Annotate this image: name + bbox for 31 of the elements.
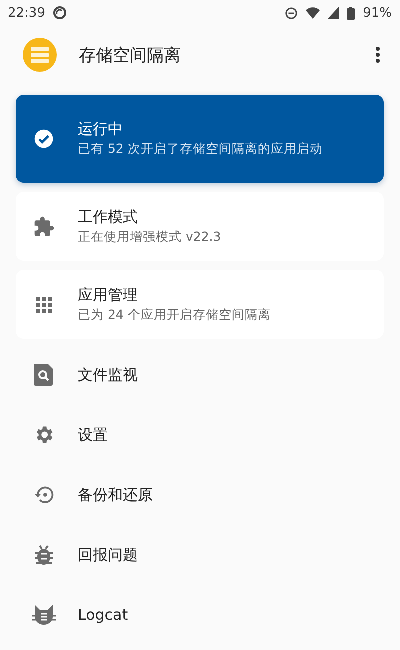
sync-icon — [53, 6, 68, 20]
menu-item[interactable]: Logcat — [78, 606, 128, 624]
card-title: 运行中 — [78, 120, 124, 139]
menu-item[interactable]: 备份和还原 — [78, 486, 153, 504]
status-card[interactable]: 运行中 已有 52 次开启了存储空间隔离的应用启动 — [16, 95, 384, 183]
puzzle-icon — [33, 216, 55, 238]
more-menu-icon[interactable] — [376, 47, 380, 63]
restore-icon — [33, 484, 55, 506]
status-time: 22:39 — [8, 6, 46, 20]
file-search-icon — [34, 364, 54, 386]
battery-icon — [347, 6, 356, 20]
grid-icon — [35, 296, 53, 314]
check-circle-icon — [33, 128, 55, 150]
wifi-icon — [306, 7, 320, 19]
battery-percent: 91% — [363, 6, 392, 20]
app-title: 存储空间隔离 — [79, 44, 182, 66]
app-logo-icon — [23, 38, 57, 72]
cat-icon — [32, 604, 56, 626]
card-subtitle: 已为 24 个应用开启存储空间隔离 — [78, 306, 271, 324]
card-title: 应用管理 — [78, 286, 139, 304]
menu-item[interactable]: 设置 — [78, 426, 108, 444]
card-title: 工作模式 — [78, 208, 139, 226]
signal-icon — [328, 7, 340, 19]
info-card[interactable]: 应用管理 已为 24 个应用开启存储空间隔离 — [16, 270, 384, 339]
menu-item[interactable]: 文件监视 — [78, 366, 138, 384]
info-card[interactable]: 工作模式 正在使用增强模式 v22.3 — [16, 192, 384, 261]
card-subtitle: 正在使用增强模式 v22.3 — [78, 228, 222, 246]
menu-item[interactable]: 回报问题 — [78, 546, 138, 564]
do-not-disturb-icon — [285, 6, 298, 20]
bug-icon — [34, 544, 54, 566]
card-subtitle: 已有 52 次开启了存储空间隔离的应用启动 — [78, 141, 323, 158]
